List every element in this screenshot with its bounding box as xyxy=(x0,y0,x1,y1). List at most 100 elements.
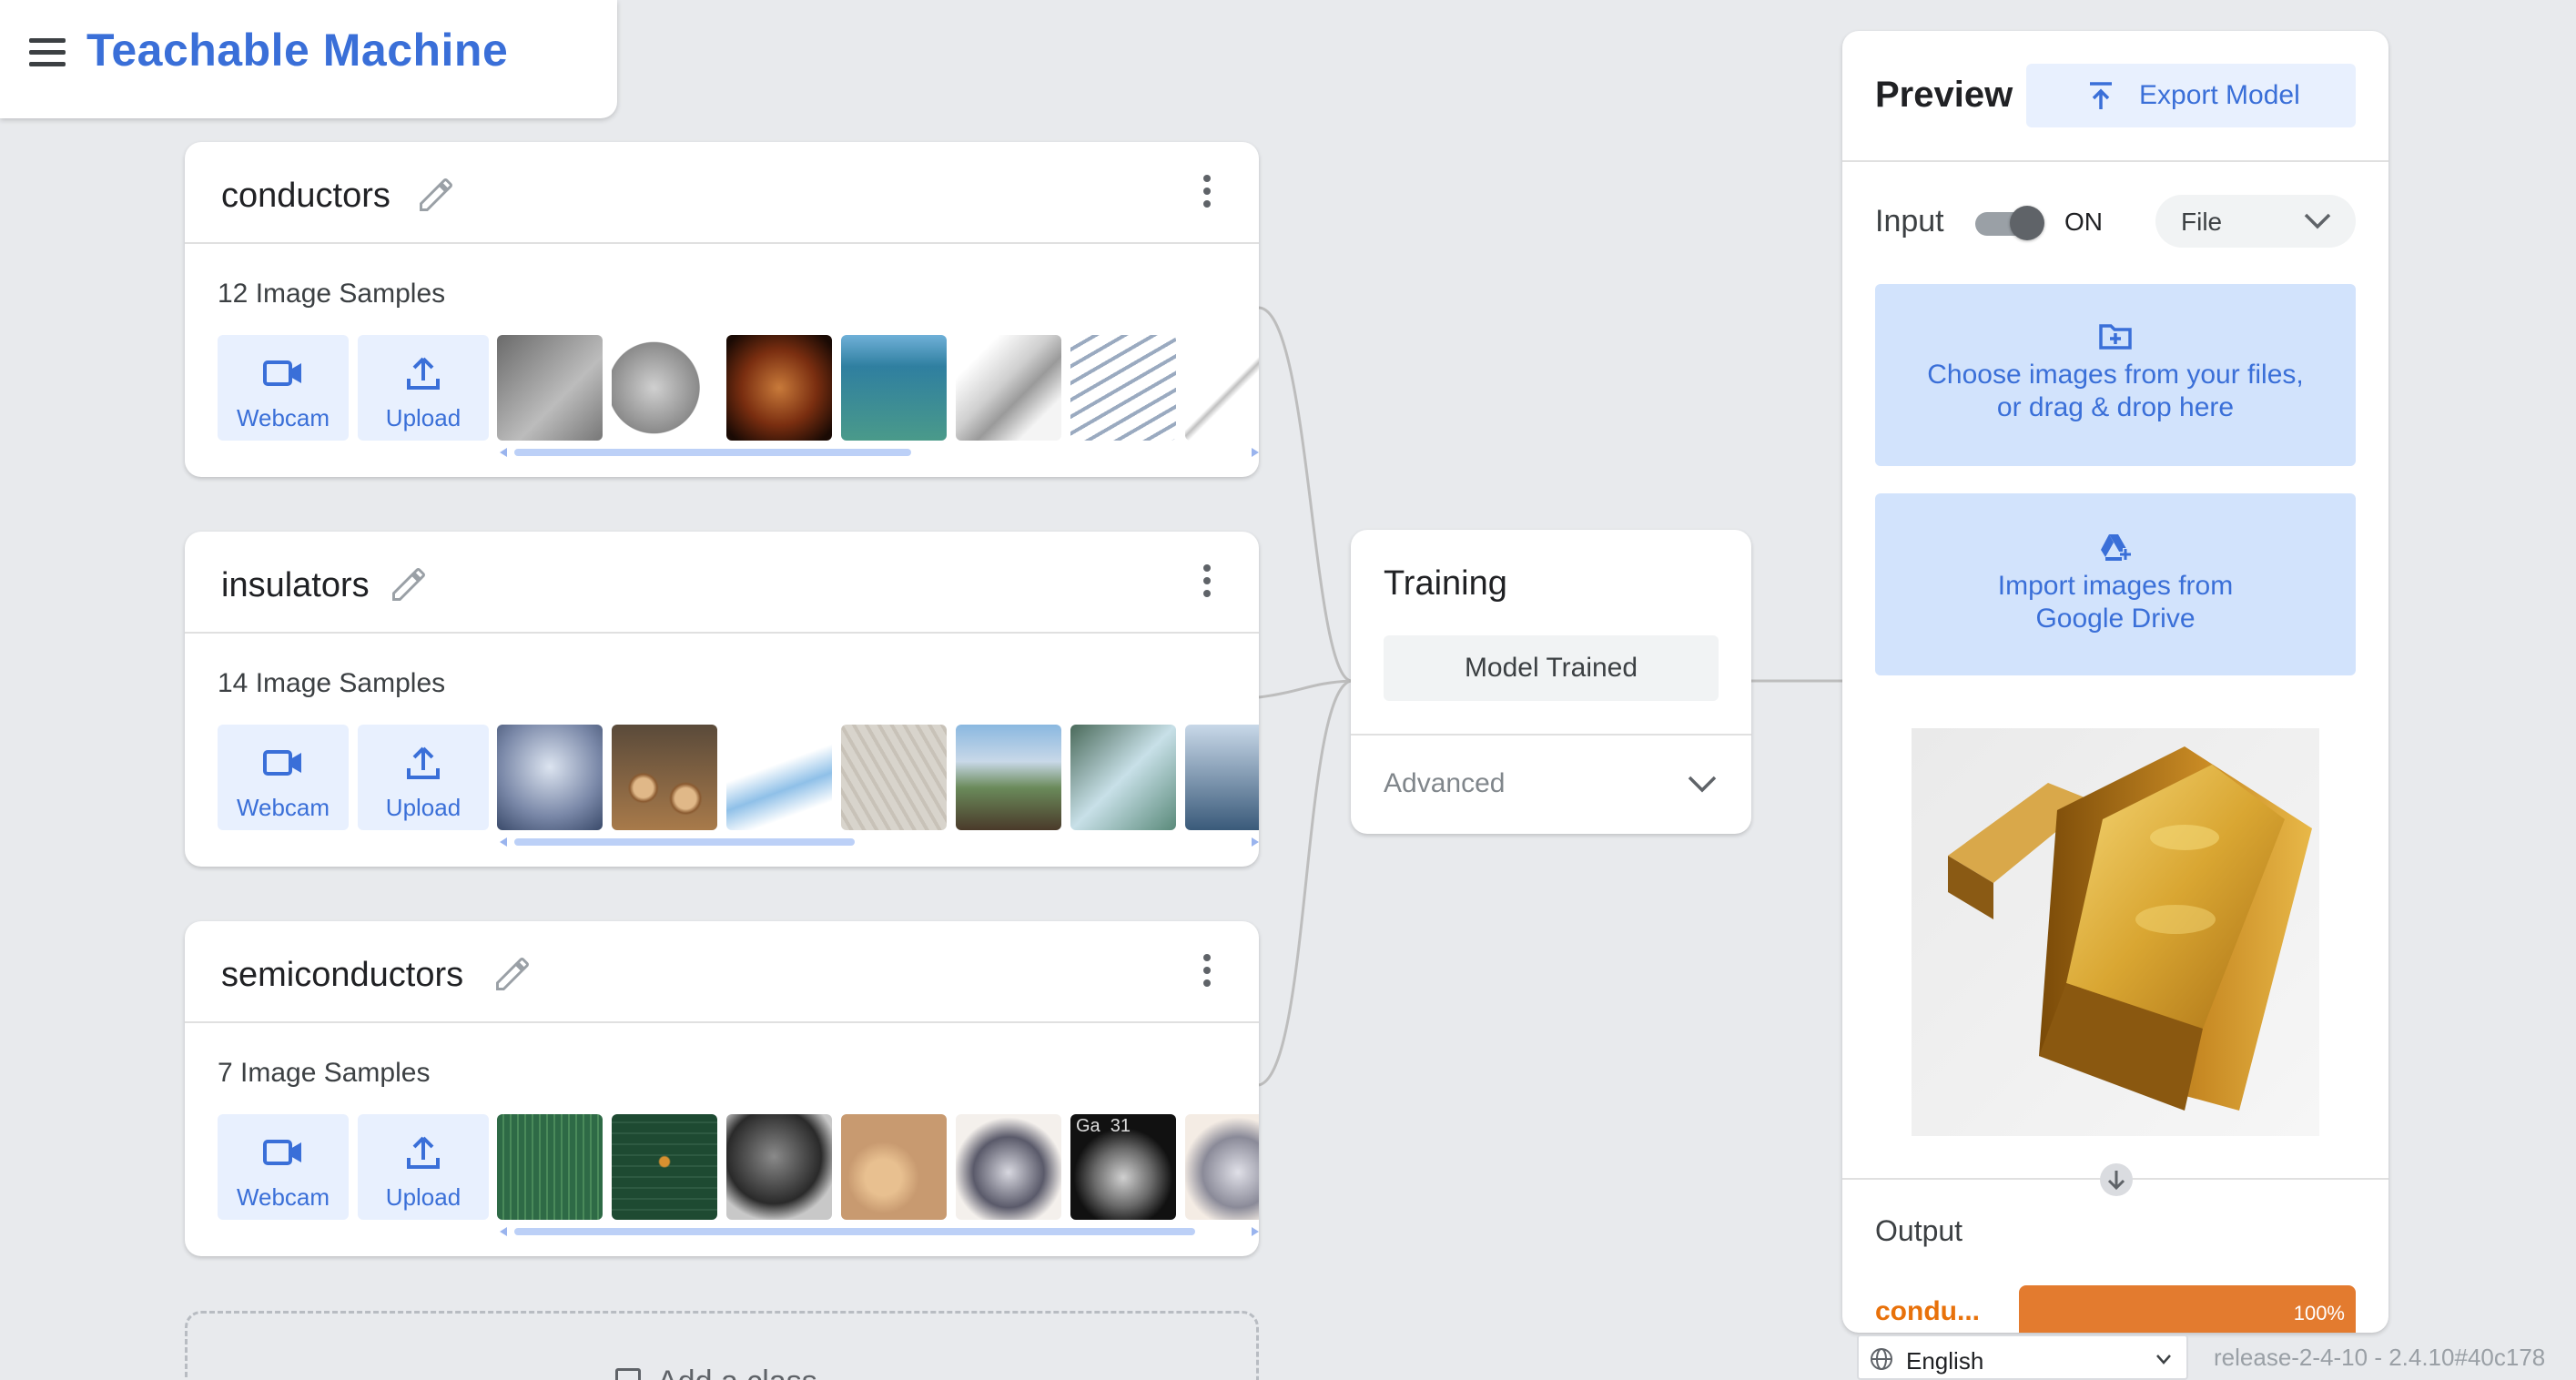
scroll-left-arrow[interactable] xyxy=(500,448,507,457)
sample-thumbnail[interactable] xyxy=(841,725,947,830)
sample-thumbnail[interactable] xyxy=(841,335,947,441)
scroll-thumb[interactable] xyxy=(514,838,855,846)
samples-count: 7 Image Samples xyxy=(218,1058,431,1088)
sample-thumbnail[interactable] xyxy=(726,725,832,830)
thumbnail-text: Ga 31 xyxy=(1076,1116,1131,1136)
scroll-left-arrow[interactable] xyxy=(500,1227,507,1236)
class-name[interactable]: insulators xyxy=(221,566,370,605)
advanced-toggle[interactable]: Advanced xyxy=(1384,768,1505,799)
scroll-right-arrow[interactable] xyxy=(1252,837,1259,847)
language-select[interactable]: English xyxy=(1857,1334,2188,1380)
more-options-icon[interactable] xyxy=(1201,954,1213,994)
thumbnail-scrollbar[interactable] xyxy=(500,836,1259,847)
samples-count: 12 Image Samples xyxy=(218,279,446,309)
upload-icon xyxy=(407,357,440,390)
chevron-down-icon[interactable] xyxy=(1686,770,1719,797)
scroll-left-arrow[interactable] xyxy=(500,837,507,847)
export-model-button[interactable]: Export Model xyxy=(2026,64,2356,127)
upload-icon xyxy=(407,1136,440,1169)
input-source-value: File xyxy=(2181,208,2223,236)
sample-thumbnail[interactable] xyxy=(497,1114,603,1220)
scroll-thumb[interactable] xyxy=(514,1228,1195,1235)
sample-thumbnail[interactable] xyxy=(612,335,717,441)
gold-bar-image xyxy=(1912,728,2319,1136)
preview-image xyxy=(1912,728,2319,1136)
sample-thumbnail[interactable] xyxy=(726,1114,832,1220)
sample-thumbnail[interactable] xyxy=(1070,335,1176,441)
webcam-button[interactable]: Webcam xyxy=(218,725,349,830)
file-drop-zone[interactable]: Choose images from your files, or drag &… xyxy=(1875,284,2356,466)
more-options-icon[interactable] xyxy=(1201,175,1213,215)
more-options-icon[interactable] xyxy=(1201,564,1213,604)
webcam-label: Webcam xyxy=(236,1183,330,1211)
add-class-label: Add a class xyxy=(657,1365,817,1380)
webcam-label: Webcam xyxy=(236,794,330,821)
pencil-icon[interactable] xyxy=(416,175,456,215)
sample-thumbnail[interactable] xyxy=(497,725,603,830)
pencil-icon[interactable] xyxy=(389,564,429,604)
upload-label: Upload xyxy=(385,404,461,431)
sample-thumbnails xyxy=(497,725,1259,830)
input-toggle[interactable] xyxy=(1975,206,2044,240)
chevron-down-icon xyxy=(2304,213,2331,229)
sample-thumbnail[interactable] xyxy=(612,1114,717,1220)
add-class-button[interactable]: Add a class xyxy=(185,1311,1259,1380)
sample-thumbnails: Ga 31 xyxy=(497,1114,1259,1220)
thumbnail-scrollbar[interactable] xyxy=(500,446,1259,457)
scroll-right-arrow[interactable] xyxy=(1252,1227,1259,1236)
video-camera-icon xyxy=(263,1140,301,1165)
upload-button[interactable]: Upload xyxy=(358,335,489,441)
sample-thumbnail[interactable] xyxy=(1185,725,1259,830)
scroll-right-arrow[interactable] xyxy=(1252,448,1259,457)
thumbnail-scrollbar[interactable] xyxy=(500,1225,1259,1236)
video-camera-icon xyxy=(263,360,301,386)
drive-import-text-line1: Import images from xyxy=(1997,571,2234,601)
train-model-button[interactable]: Model Trained xyxy=(1384,635,1719,701)
preview-panel: Preview Export Model Input ON File Choos… xyxy=(1842,31,2388,1333)
sample-thumbnail[interactable] xyxy=(726,335,832,441)
app-title[interactable]: Teachable Machine xyxy=(86,24,508,76)
class-name[interactable]: conductors xyxy=(221,177,390,216)
export-upload-icon xyxy=(2090,82,2112,109)
sample-thumbnail[interactable] xyxy=(612,725,717,830)
video-camera-icon xyxy=(263,750,301,776)
divider xyxy=(1351,734,1751,736)
sample-thumbnail[interactable] xyxy=(1185,1114,1259,1220)
sample-thumbnail[interactable] xyxy=(841,1114,947,1220)
class-name[interactable]: semiconductors xyxy=(221,956,463,995)
pencil-icon[interactable] xyxy=(492,954,532,994)
drive-import-text-line2: Google Drive xyxy=(2035,604,2196,634)
training-title: Training xyxy=(1384,564,1507,603)
class-card-header: conductors xyxy=(185,142,1259,244)
sample-thumbnail[interactable] xyxy=(956,1114,1061,1220)
upload-button[interactable]: Upload xyxy=(358,725,489,830)
sample-thumbnail[interactable]: Ga 31 xyxy=(1070,1114,1176,1220)
sample-thumbnail[interactable] xyxy=(497,335,603,441)
sample-thumbnails xyxy=(497,335,1259,441)
input-source-select[interactable]: File xyxy=(2155,195,2356,248)
sample-thumbnail[interactable] xyxy=(956,725,1061,830)
release-version: release-2-4-10 - 2.4.10#40c178 xyxy=(2214,1344,2546,1371)
webcam-button[interactable]: Webcam xyxy=(218,335,349,441)
preview-title: Preview xyxy=(1875,75,2013,115)
upload-label: Upload xyxy=(385,794,461,821)
export-model-label: Export Model xyxy=(2139,80,2300,110)
down-arrow-icon[interactable] xyxy=(2100,1163,2133,1196)
samples-count: 14 Image Samples xyxy=(218,668,446,698)
class-card-insulators: insulators 14 Image Samples Webcam Uploa… xyxy=(185,532,1259,867)
globe-icon xyxy=(1871,1348,1892,1370)
sample-thumbnail[interactable] xyxy=(1070,725,1176,830)
chevron-down-icon xyxy=(2156,1355,2171,1365)
scroll-thumb[interactable] xyxy=(514,449,911,456)
google-drive-add-icon xyxy=(2101,534,2132,561)
hamburger-menu-icon[interactable] xyxy=(29,38,66,67)
class-card-header: insulators xyxy=(185,532,1259,634)
upload-icon xyxy=(407,746,440,779)
output-confidence-bar: 100% xyxy=(2019,1285,2356,1333)
sample-thumbnail[interactable] xyxy=(956,335,1061,441)
app-bar: Teachable Machine xyxy=(0,0,617,118)
webcam-button[interactable]: Webcam xyxy=(218,1114,349,1220)
upload-button[interactable]: Upload xyxy=(358,1114,489,1220)
google-drive-import[interactable]: Import images from Google Drive xyxy=(1875,493,2356,675)
sample-thumbnail[interactable] xyxy=(1185,335,1259,441)
